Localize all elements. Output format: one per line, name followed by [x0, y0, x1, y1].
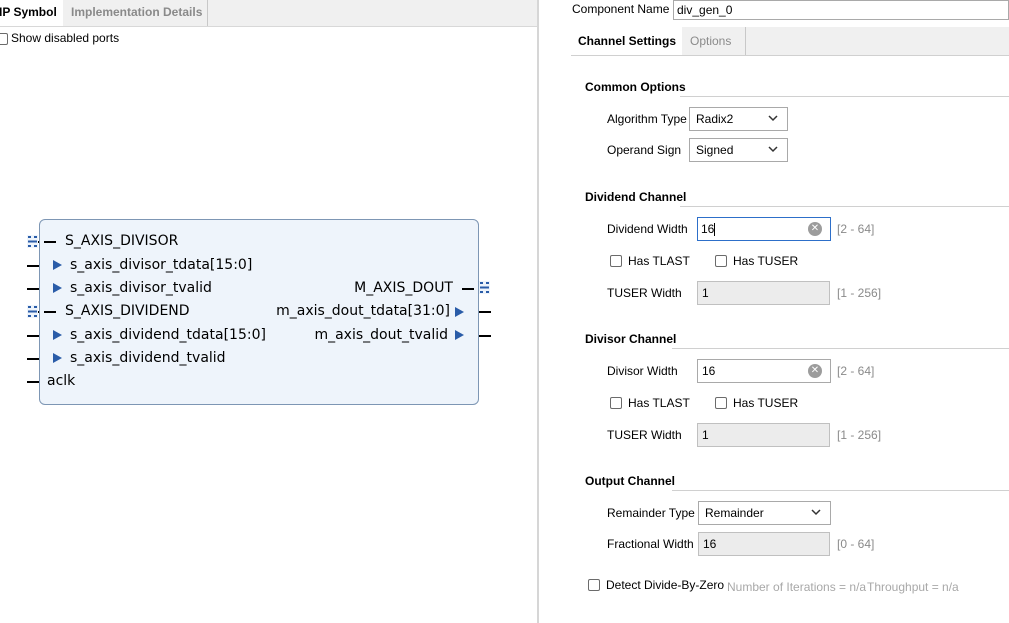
clear-icon[interactable]: ✕: [808, 222, 822, 236]
remainder-type-label: Remainder Type: [607, 506, 695, 520]
bus-dash: [44, 241, 56, 243]
chevron-down-icon: [811, 509, 821, 516]
divisor-tuser-width-label: TUSER Width: [607, 428, 682, 442]
port-label-m-axis-dout-tdata[interactable]: m_axis_dout_tdata[31:0]: [276, 303, 450, 319]
pin-s-axis-dividend-tvalid: [27, 358, 39, 360]
operand-sign-select[interactable]: Signed: [689, 138, 788, 162]
fractional-width-label: Fractional Width: [607, 537, 694, 551]
divisor-width-input[interactable]: 16 ✕: [697, 359, 831, 383]
dividend-tuser-width-label: TUSER Width: [607, 286, 682, 300]
clear-icon[interactable]: ✕: [808, 364, 822, 378]
pin-m-axis-dout-tdata: [479, 311, 491, 313]
pin-s-axis-dividend-tdata: [27, 335, 39, 337]
chevron-down-icon: [768, 146, 778, 153]
section-divider: [680, 96, 1009, 97]
show-disabled-ports-checkbox[interactable]: [0, 33, 8, 45]
divisor-width-value: 16: [702, 364, 716, 378]
pin-aclk: [27, 381, 39, 383]
bus-label-s-axis-divisor[interactable]: S_AXIS_DIVISOR: [65, 233, 178, 249]
dividend-has-tlast-checkbox[interactable]: [610, 255, 622, 267]
component-name-field[interactable]: div_gen_0: [673, 0, 1009, 20]
detect-divide-by-zero-label: Detect Divide-By-Zero: [606, 578, 725, 592]
divisor-tuser-width-range: [1 - 256]: [837, 428, 882, 442]
detect-divide-by-zero-checkbox[interactable]: [588, 579, 600, 591]
port-arrow-icon: [455, 307, 464, 317]
bus-interface-icon: [479, 281, 490, 294]
dividend-width-value: 16: [701, 222, 715, 236]
algorithm-type-value: Radix2: [696, 112, 734, 126]
bus-dash: [44, 311, 56, 313]
bus-label-s-axis-dividend[interactable]: S_AXIS_DIVIDEND: [65, 303, 190, 319]
pin-m-axis-dout-inner: [462, 288, 474, 290]
fractional-width-input[interactable]: 16: [698, 532, 830, 556]
section-title-divisor-channel: Divisor Channel: [585, 332, 677, 346]
tab-options[interactable]: Options: [682, 27, 746, 55]
tab-ip-symbol[interactable]: IP Symbol: [0, 0, 63, 26]
chevron-down-icon: [768, 115, 778, 122]
port-arrow-icon: [53, 260, 62, 270]
section-divider: [672, 348, 1009, 349]
text-cursor: [714, 223, 716, 237]
dividend-has-tuser-checkbox[interactable]: [715, 255, 727, 267]
throughput-info: Throughput = n/a: [867, 580, 959, 594]
pin-s-axis-divisor-tvalid: [27, 288, 39, 290]
iterations-info: Number of Iterations = n/a: [727, 580, 867, 594]
tab-channel-settings[interactable]: Channel Settings: [571, 27, 682, 55]
port-arrow-icon: [53, 353, 62, 363]
section-divider: [672, 490, 1009, 491]
dividend-has-tuser-label: Has TUSER: [733, 254, 799, 268]
remainder-type-select[interactable]: Remainder: [698, 501, 831, 525]
dividend-width-label: Dividend Width: [607, 222, 688, 236]
bus-label-m-axis-dout[interactable]: M_AXIS_DOUT: [354, 280, 453, 296]
divisor-has-tuser-label: Has TUSER: [733, 396, 799, 410]
algorithm-type-label: Algorithm Type: [607, 112, 687, 126]
dividend-tuser-width-input[interactable]: 1: [697, 281, 830, 305]
port-arrow-icon: [53, 283, 62, 293]
divisor-has-tlast-checkbox[interactable]: [610, 397, 622, 409]
section-title-dividend-channel: Dividend Channel: [585, 190, 687, 204]
divisor-has-tlast-label: Has TLAST: [628, 396, 690, 410]
port-arrow-icon: [53, 330, 62, 340]
ip-symbol-pane: IP Symbol Implementation Details Show di…: [0, 0, 537, 623]
port-label-s-axis-divisor-tdata[interactable]: s_axis_divisor_tdata[15:0]: [70, 257, 252, 273]
port-label-s-axis-divisor-tvalid[interactable]: s_axis_divisor_tvalid: [70, 280, 212, 296]
pin-s-axis-divisor-tdata: [27, 265, 39, 267]
dividend-width-range: [2 - 64]: [837, 222, 875, 236]
right-tab-bar: Channel Settings Options: [571, 27, 1009, 56]
algorithm-type-select[interactable]: Radix2: [689, 107, 788, 131]
fractional-width-range: [0 - 64]: [837, 537, 875, 551]
remainder-type-value: Remainder: [705, 506, 764, 520]
component-name-label: Component Name: [572, 2, 670, 16]
port-arrow-icon: [455, 330, 464, 340]
show-disabled-ports-label: Show disabled ports: [11, 31, 120, 45]
port-label-m-axis-dout-tvalid[interactable]: m_axis_dout_tvalid: [314, 327, 448, 343]
divisor-tuser-width-input[interactable]: 1: [697, 423, 830, 447]
section-title-common-options: Common Options: [585, 80, 686, 94]
divisor-width-label: Divisor Width: [607, 364, 678, 378]
divisor-has-tuser-checkbox[interactable]: [715, 397, 727, 409]
section-divider: [680, 206, 1009, 207]
bus-interface-icon: [27, 235, 38, 248]
operand-sign-value: Signed: [696, 143, 734, 157]
pin-m-axis-dout-tvalid: [479, 335, 491, 337]
port-label-s-axis-dividend-tdata[interactable]: s_axis_dividend_tdata[15:0]: [70, 327, 266, 343]
port-label-s-axis-dividend-tvalid[interactable]: s_axis_dividend_tvalid: [70, 350, 226, 366]
tab-implementation-details[interactable]: Implementation Details: [65, 0, 208, 26]
dividend-tuser-width-range: [1 - 256]: [837, 286, 882, 300]
bus-interface-icon: [27, 305, 38, 318]
dividend-has-tlast-label: Has TLAST: [628, 254, 690, 268]
divisor-width-range: [2 - 64]: [837, 364, 875, 378]
left-tab-bar: IP Symbol Implementation Details: [0, 0, 537, 27]
port-label-aclk[interactable]: aclk: [47, 373, 75, 389]
dividend-width-input[interactable]: 16 ✕: [697, 217, 831, 241]
operand-sign-label: Operand Sign: [607, 143, 682, 157]
section-title-output-channel: Output Channel: [585, 474, 675, 488]
